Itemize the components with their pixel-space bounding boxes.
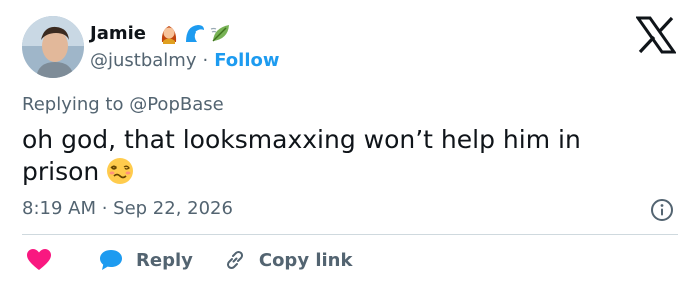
tweet-text: oh god, that looksmaxxing won’t help him… [22, 124, 662, 188]
name-emojis [158, 22, 232, 44]
link-icon [223, 248, 247, 272]
replying-to-label: Replying to [22, 94, 124, 115]
info-icon[interactable] [650, 198, 674, 222]
handle-row: @justbalmy · Follow [90, 48, 280, 72]
wave-emoji-icon [184, 22, 206, 44]
reply-label: Reply [136, 249, 193, 271]
woman-red-hair-emoji-icon [158, 22, 180, 44]
x-logo-icon[interactable] [636, 16, 676, 54]
action-bar: Reply Copy link [22, 246, 352, 274]
follow-button[interactable]: Follow [214, 50, 279, 71]
display-name[interactable]: Jamie [90, 23, 146, 44]
separator-dot: · [202, 49, 209, 71]
replying-to-mention[interactable]: @PopBase [129, 94, 223, 115]
replying-to: Replying to @PopBase [22, 94, 224, 115]
reply-button[interactable]: Reply [98, 248, 193, 272]
like-button[interactable] [26, 248, 52, 272]
copy-link-label: Copy link [258, 249, 353, 271]
copy-link-button[interactable]: Copy link [223, 248, 353, 272]
tweet-embed: Jamie @justbalmy · Follow Replying to @P… [0, 0, 700, 287]
reply-bubble-icon [98, 248, 124, 272]
leaf-emoji-icon [210, 22, 232, 44]
woozy-face-emoji-icon [105, 156, 135, 186]
user-handle[interactable]: @justbalmy [90, 50, 197, 71]
heart-icon [26, 248, 52, 272]
avatar[interactable] [22, 16, 84, 78]
name-row: Jamie [90, 20, 232, 46]
divider [22, 234, 678, 235]
tweet-timestamp[interactable]: 8:19 AM · Sep 22, 2026 [22, 198, 233, 219]
